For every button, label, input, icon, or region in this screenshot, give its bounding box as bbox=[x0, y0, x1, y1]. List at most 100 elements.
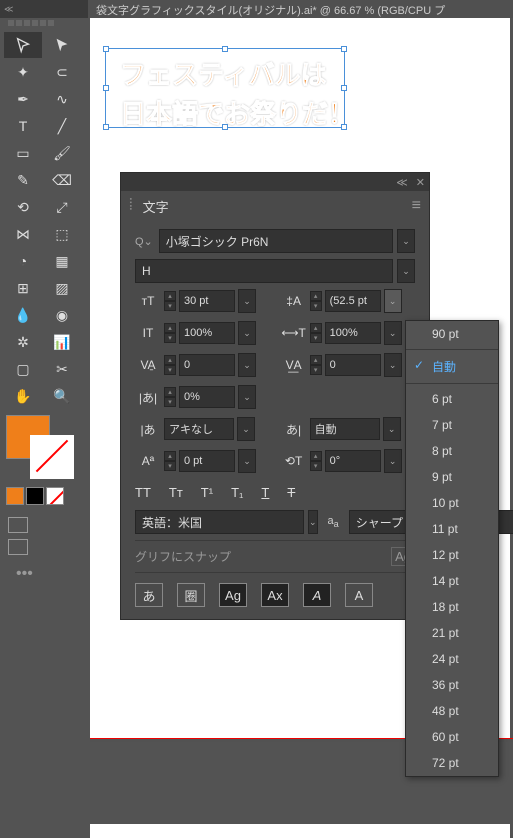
line-tool[interactable]: ╱ bbox=[43, 113, 81, 139]
glyph-snap-4[interactable]: Ax bbox=[261, 583, 289, 607]
kerning-up[interactable]: ▴ bbox=[164, 355, 176, 365]
eraser-tool[interactable]: ⌫ bbox=[43, 167, 81, 193]
glyph-snap-2[interactable]: 圈 bbox=[177, 583, 205, 607]
screen-mode-2[interactable] bbox=[8, 539, 28, 555]
leading-option[interactable]: 21 pt bbox=[406, 620, 498, 646]
perspective-tool[interactable]: ▦ bbox=[43, 248, 81, 274]
font-style-dropdown[interactable]: ⌄ bbox=[397, 259, 415, 283]
vscale-dropdown[interactable]: ⌄ bbox=[238, 321, 256, 345]
rotation-dropdown[interactable]: ⌄ bbox=[384, 449, 402, 473]
font-size-input[interactable] bbox=[179, 290, 235, 312]
leading-option[interactable]: 48 pt bbox=[406, 698, 498, 724]
rotation-up[interactable]: ▴ bbox=[310, 451, 322, 461]
curvature-tool[interactable]: ∿ bbox=[43, 86, 81, 112]
fill-stroke-control[interactable] bbox=[0, 413, 88, 483]
shaper-tool[interactable]: ✎ bbox=[4, 167, 42, 193]
aki-left-dropdown[interactable]: ⌄ bbox=[237, 417, 255, 441]
leading-down[interactable]: ▾ bbox=[310, 301, 322, 311]
selection-tool[interactable] bbox=[4, 32, 42, 58]
font-family-input[interactable] bbox=[159, 229, 393, 253]
vscale-up[interactable]: ▴ bbox=[164, 323, 176, 333]
glyph-snap-3[interactable]: Ag bbox=[219, 583, 247, 607]
leading-option[interactable]: 10 pt bbox=[406, 490, 498, 516]
aki-left-input[interactable] bbox=[164, 418, 234, 440]
hand-tool[interactable]: ✋ bbox=[4, 383, 42, 409]
baseline-up[interactable]: ▴ bbox=[164, 451, 176, 461]
rotation-down[interactable]: ▾ bbox=[310, 461, 322, 471]
canvas-text-line2[interactable]: 日本語でお祭りだ！ bbox=[120, 94, 354, 131]
blend-tool[interactable]: ◉ bbox=[43, 302, 81, 328]
mesh-tool[interactable]: ⊞ bbox=[4, 275, 42, 301]
font-family-dropdown[interactable]: ⌄ bbox=[397, 229, 415, 253]
baseline-down[interactable]: ▾ bbox=[164, 461, 176, 471]
leading-option[interactable]: 12 pt bbox=[406, 542, 498, 568]
type-tool[interactable]: T bbox=[4, 113, 42, 139]
panel-collapse-icon[interactable]: ≪ bbox=[396, 176, 408, 189]
magic-wand-tool[interactable]: ✦ bbox=[4, 59, 42, 85]
edit-toolbar[interactable]: ••• bbox=[8, 561, 80, 587]
leading-option[interactable]: 9 pt bbox=[406, 464, 498, 490]
stroke-swatch[interactable] bbox=[30, 435, 74, 479]
leading-option[interactable]: 6 pt bbox=[406, 386, 498, 412]
allcaps-button[interactable]: TT bbox=[135, 485, 151, 500]
pen-tool[interactable]: ✒ bbox=[4, 86, 42, 112]
panel-close-icon[interactable]: ✕ bbox=[416, 176, 425, 189]
font-size-dropdown[interactable]: ⌄ bbox=[238, 289, 256, 313]
leading-option[interactable]: 72 pt bbox=[406, 750, 498, 776]
gradient-tool[interactable]: ▨ bbox=[43, 275, 81, 301]
leading-option[interactable]: 90 pt bbox=[406, 321, 498, 347]
leading-option[interactable]: 36 pt bbox=[406, 672, 498, 698]
symbol-sprayer-tool[interactable]: ✲ bbox=[4, 329, 42, 355]
tracking-dropdown[interactable]: ⌄ bbox=[384, 353, 402, 377]
free-transform-tool[interactable]: ⬚ bbox=[43, 221, 81, 247]
character-tab[interactable]: 文字 bbox=[137, 193, 175, 220]
leading-option[interactable]: 60 pt bbox=[406, 724, 498, 750]
leading-option[interactable]: 11 pt bbox=[406, 516, 498, 542]
hscale-down[interactable]: ▾ bbox=[310, 333, 322, 343]
leading-dropdown[interactable]: ⌄ bbox=[384, 289, 402, 313]
baseline-dropdown[interactable]: ⌄ bbox=[238, 449, 256, 473]
leading-input[interactable] bbox=[325, 290, 381, 312]
glyph-snap-1[interactable]: あ bbox=[135, 583, 163, 607]
width-tool[interactable]: ⋈ bbox=[4, 221, 42, 247]
hscale-up[interactable]: ▴ bbox=[310, 323, 322, 333]
toolbar-grip[interactable] bbox=[0, 18, 88, 28]
vscale-input[interactable] bbox=[179, 322, 235, 344]
tracking-down[interactable]: ▾ bbox=[310, 365, 322, 375]
tsume-input[interactable] bbox=[179, 386, 235, 408]
language-dropdown[interactable]: ⌄ bbox=[308, 510, 318, 534]
none-mode[interactable] bbox=[46, 487, 64, 505]
superscript-button[interactable]: T¹ bbox=[201, 485, 213, 500]
canvas-text-line1[interactable]: フェスティバルは bbox=[120, 55, 326, 92]
tsume-up[interactable]: ▴ bbox=[164, 387, 176, 397]
gradient-mode[interactable] bbox=[26, 487, 44, 505]
leading-option[interactable]: 7 pt bbox=[406, 412, 498, 438]
tracking-input[interactable] bbox=[325, 354, 381, 376]
hscale-input[interactable] bbox=[325, 322, 381, 344]
aki-right-dropdown[interactable]: ⌄ bbox=[383, 417, 401, 441]
artboard-tool[interactable]: ▢ bbox=[4, 356, 42, 382]
tracking-up[interactable]: ▴ bbox=[310, 355, 322, 365]
graph-tool[interactable]: 📊 bbox=[43, 329, 81, 355]
font-size-down[interactable]: ▾ bbox=[164, 301, 176, 311]
leading-option[interactable]: 8 pt bbox=[406, 438, 498, 464]
subscript-button[interactable]: T₁ bbox=[231, 485, 243, 500]
leading-option[interactable]: 18 pt bbox=[406, 594, 498, 620]
tsume-down[interactable]: ▾ bbox=[164, 397, 176, 407]
strikethrough-button[interactable]: Ŧ bbox=[287, 485, 295, 500]
kerning-input[interactable] bbox=[179, 354, 235, 376]
eyedropper-tool[interactable]: 💧 bbox=[4, 302, 42, 328]
glyph-snap-6[interactable]: A bbox=[345, 583, 373, 607]
toolbar-collapse[interactable]: ≪ bbox=[0, 0, 88, 18]
leading-option[interactable]: 自動 bbox=[406, 352, 498, 381]
underline-button[interactable]: T bbox=[261, 485, 269, 500]
rotation-input[interactable] bbox=[325, 450, 381, 472]
glyph-snap-5[interactable]: A bbox=[303, 583, 331, 607]
rectangle-tool[interactable]: ▭ bbox=[4, 140, 42, 166]
aki-right-input[interactable] bbox=[310, 418, 380, 440]
leading-up[interactable]: ▴ bbox=[310, 291, 322, 301]
scale-tool[interactable]: ⤢ bbox=[43, 194, 81, 220]
kerning-dropdown[interactable]: ⌄ bbox=[238, 353, 256, 377]
color-mode[interactable] bbox=[6, 487, 24, 505]
language-input[interactable] bbox=[135, 510, 304, 534]
